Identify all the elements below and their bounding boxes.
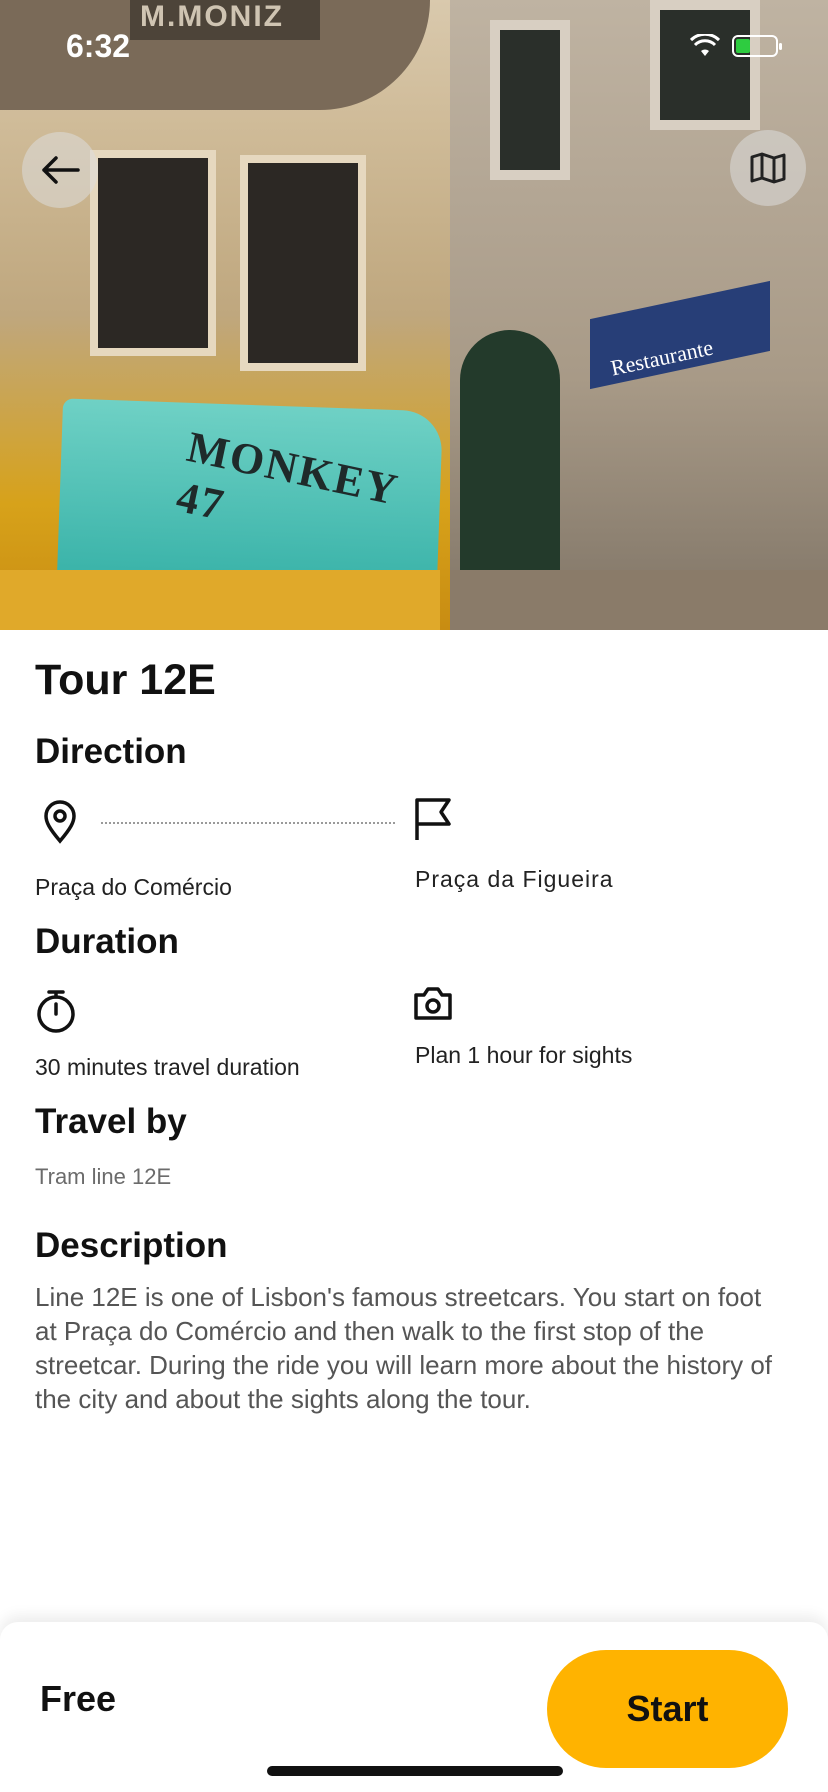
wifi-icon — [690, 34, 720, 56]
sights-duration: Plan 1 hour for sights — [415, 1042, 633, 1068]
stopwatch-icon — [37, 990, 75, 1033]
map-button[interactable] — [730, 130, 806, 206]
description-text: Line 12E is one of Lisbon's famous stree… — [35, 1282, 773, 1414]
end-location: Praça da Figueira — [415, 866, 614, 892]
map-icon — [750, 152, 786, 184]
tram-window — [90, 150, 216, 356]
back-button[interactable] — [22, 132, 98, 208]
status-time: 6:32 — [66, 28, 131, 64]
battery-level — [736, 39, 750, 53]
travel-by-value: Tram line 12E — [35, 1164, 172, 1189]
camera-icon — [414, 987, 452, 1020]
building-door — [460, 330, 560, 570]
tram-ad-text: MONKEY 47 — [172, 422, 402, 530]
tram-window — [240, 155, 366, 371]
cobblestone-street — [430, 570, 828, 630]
duration-heading: Duration — [35, 922, 179, 961]
travel-duration: 30 minutes travel duration — [35, 1054, 300, 1080]
arrow-left-icon — [42, 156, 80, 184]
battery-icon — [732, 35, 782, 57]
travel-by-heading: Travel by — [35, 1102, 187, 1141]
flag-icon — [415, 798, 451, 840]
status-bar: 6:32 — [0, 0, 828, 96]
description-heading: Description — [35, 1226, 228, 1265]
page-title: Tour 12E — [35, 656, 216, 704]
tram-lower-panel — [0, 570, 440, 630]
price-label: Free — [40, 1678, 117, 1719]
tram-advertisement: MONKEY 47 — [57, 398, 443, 587]
home-indicator[interactable] — [267, 1766, 563, 1776]
start-button[interactable]: Start — [547, 1650, 788, 1768]
location-pin-icon — [44, 800, 76, 844]
direction-heading: Direction — [35, 732, 187, 771]
start-location: Praça do Comércio — [35, 874, 232, 900]
status-icons — [690, 34, 782, 58]
bottom-action-bar: Free Start — [0, 1622, 828, 1792]
route-dotted-line — [101, 822, 395, 824]
